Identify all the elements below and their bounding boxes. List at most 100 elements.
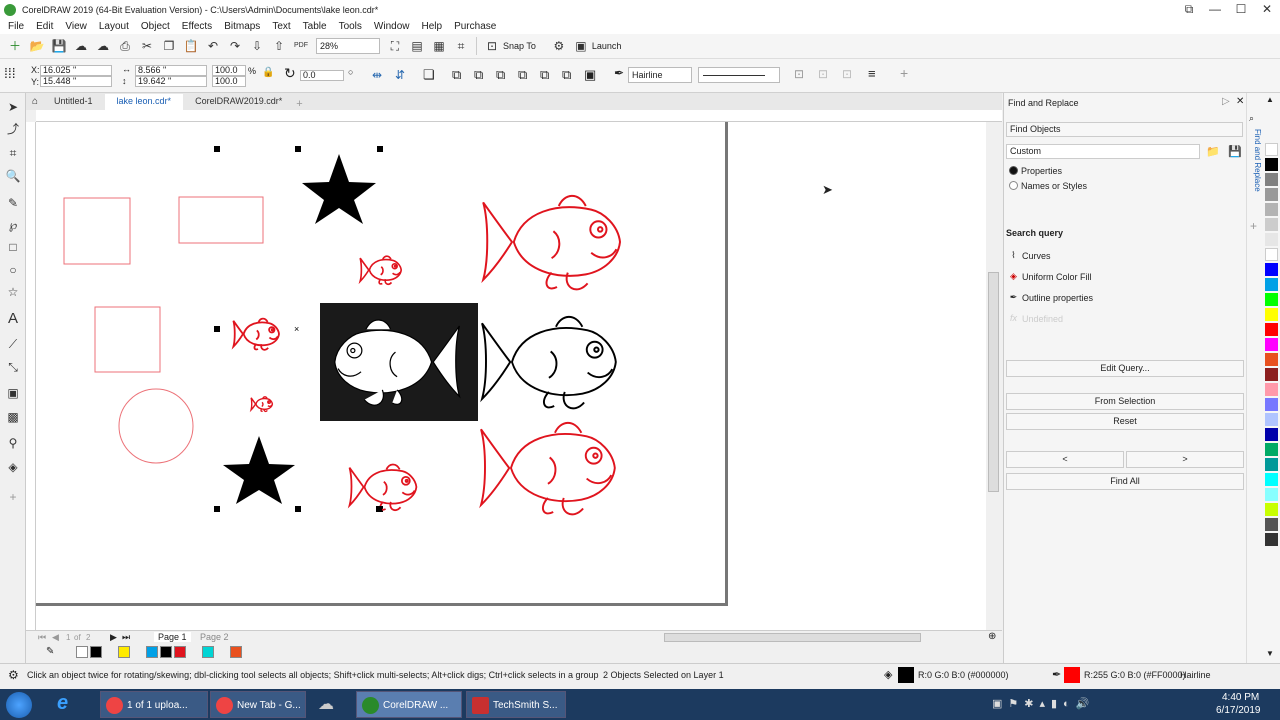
menu-window[interactable]: Window	[374, 21, 410, 32]
swatch-black[interactable]	[90, 646, 102, 658]
eyedropper-tool-icon[interactable]: ⚲	[5, 435, 21, 451]
palette-swatch[interactable]	[1265, 323, 1278, 336]
palette-up-icon[interactable]: ▲	[1266, 95, 1274, 104]
line-style-dropdown[interactable]	[698, 67, 780, 83]
reference-point-icon[interactable]: ⁞⁞⁞	[4, 65, 22, 83]
add-tool-icon[interactable]: +	[5, 489, 21, 505]
minimize-button[interactable]: —	[1202, 2, 1228, 17]
undo-icon[interactable]: ↶	[204, 37, 222, 55]
radio-names-styles[interactable]	[1009, 181, 1018, 190]
find-mode-dropdown[interactable]: Find Objects	[1006, 122, 1243, 137]
new-tab-icon[interactable]: +	[296, 98, 302, 110]
docker-expand-icon[interactable]: ▷	[1222, 96, 1230, 107]
black-star-top[interactable]	[302, 154, 376, 224]
paste-icon[interactable]: 📋	[182, 37, 200, 55]
restore-docker-icon[interactable]: ⧉	[1176, 2, 1202, 17]
fish-medium-red-bottom[interactable]	[348, 463, 418, 512]
tab-find-replace[interactable]: Find and Replace	[1248, 129, 1262, 192]
palette-swatch[interactable]	[1265, 458, 1278, 471]
palette-swatch[interactable]	[1265, 188, 1278, 201]
shape-tool-icon[interactable]: ⤴	[5, 121, 21, 137]
zoom-fit-icon[interactable]: ⊕	[988, 631, 996, 642]
outline-color-swatch[interactable]	[1064, 667, 1080, 683]
docker-close-icon[interactable]: ✕	[1236, 96, 1244, 107]
palette-swatch[interactable]	[1265, 533, 1278, 546]
swatch-black-2[interactable]	[160, 646, 172, 658]
fish-small-red-top[interactable]	[359, 255, 403, 286]
palette-swatch[interactable]	[1265, 443, 1278, 456]
radio-properties[interactable]	[1009, 166, 1018, 175]
drawing-canvas[interactable]: × ➤	[36, 122, 986, 630]
simplify-icon[interactable]: ⧉	[518, 67, 527, 83]
launch-dropdown[interactable]: Launch	[592, 41, 622, 51]
transparency-tool-icon[interactable]: ▩	[5, 409, 21, 425]
polygon-tool-icon[interactable]: ☆	[5, 284, 21, 300]
pick-tool-icon[interactable]: ➤	[5, 99, 21, 115]
query-item-undefined[interactable]: fx Undefined	[1008, 313, 1063, 324]
palette-swatch[interactable]	[1265, 398, 1278, 411]
palette-swatch[interactable]	[1265, 203, 1278, 216]
freehand-tool-icon[interactable]: ✎	[5, 195, 21, 211]
query-item-curves[interactable]: ⌇ Curves	[1008, 250, 1050, 261]
text-tool-icon[interactable]: A	[5, 311, 21, 327]
import-icon[interactable]: ⇩	[248, 37, 266, 55]
taskbar-item-techsmith[interactable]: TechSmith S...	[466, 691, 566, 718]
rotation-icon[interactable]: ↻	[284, 65, 296, 82]
palette-swatch[interactable]	[1265, 293, 1278, 306]
tab-lake-leon[interactable]: lake leon.cdr*	[104, 94, 184, 110]
drop-shadow-icon[interactable]: ▣	[5, 385, 21, 401]
palette-swatch[interactable]	[1265, 233, 1278, 246]
palette-swatch[interactable]	[1265, 503, 1278, 516]
previous-button[interactable]: <	[1006, 451, 1124, 468]
publish-pdf-icon[interactable]: PDF	[292, 37, 310, 55]
x-position-field[interactable]: 16.025 "	[40, 65, 112, 76]
menu-tools[interactable]: Tools	[339, 21, 362, 32]
palette-swatch[interactable]	[1265, 368, 1278, 381]
tab-coreldraw2019[interactable]: CorelDRAW2019.cdr*	[183, 94, 294, 110]
taskbar-item-newtab[interactable]: New Tab - G...	[210, 691, 306, 718]
rectangle-tool-icon[interactable]: □	[5, 239, 21, 255]
palette-swatch[interactable]	[1265, 308, 1278, 321]
menu-text[interactable]: Text	[272, 21, 290, 32]
swatch-yellow[interactable]	[118, 646, 130, 658]
options-gear-icon[interactable]: ⚙	[550, 37, 568, 55]
lock-ratio-icon[interactable]: 🔒	[262, 67, 274, 78]
copy-icon[interactable]: ❐	[160, 37, 178, 55]
next-page-icon[interactable]: ▶	[110, 632, 117, 643]
palette-swatch[interactable]	[1265, 473, 1278, 486]
palette-swatch[interactable]	[1265, 488, 1278, 501]
palette-swatch[interactable]	[1265, 518, 1278, 531]
scale-x-field[interactable]: 100.0	[212, 65, 246, 76]
palette-swatch[interactable]	[1265, 218, 1278, 231]
artistic-media-icon[interactable]: ℘	[5, 217, 21, 233]
start-button-icon[interactable]	[6, 692, 32, 718]
tab-page-2[interactable]: Page 2	[196, 632, 233, 642]
full-screen-icon[interactable]: ⛶	[386, 37, 404, 55]
taskbar-item-upload[interactable]: 1 of 1 uploa...	[100, 691, 208, 718]
first-page-icon[interactable]: ⏮	[38, 632, 46, 643]
fish-node-handle[interactable]	[376, 506, 382, 512]
rotation-angle-field[interactable]: 0.0	[300, 70, 344, 81]
next-button[interactable]: >	[1126, 451, 1244, 468]
tray-icons[interactable]: ▣⚑✱▴▮◐🔊	[992, 697, 1095, 710]
outline-width-dropdown[interactable]: Hairline	[628, 67, 692, 83]
new-document-icon[interactable]: ＋	[6, 37, 24, 55]
ie-icon[interactable]: e	[57, 692, 68, 715]
palette-swatch[interactable]	[1265, 143, 1278, 156]
drawing-page[interactable]: ×	[36, 122, 728, 606]
horizontal-ruler[interactable]	[36, 110, 1002, 122]
show-guides-icon[interactable]: ⌗	[452, 37, 470, 55]
palette-swatch[interactable]	[1265, 263, 1278, 276]
status-gear-icon[interactable]: ⚙	[8, 668, 19, 682]
app-icon-generic[interactable]: ☁	[318, 694, 334, 714]
query-item-fill[interactable]: ◈ Uniform Color Fill	[1008, 271, 1091, 282]
swatch-blue[interactable]	[146, 646, 158, 658]
tab-untitled-1[interactable]: Untitled-1	[42, 94, 105, 110]
interactive-fill-icon[interactable]: ◈	[5, 459, 21, 475]
menu-edit[interactable]: Edit	[36, 21, 53, 32]
export-icon[interactable]: ⇧	[270, 37, 288, 55]
menu-object[interactable]: Object	[141, 21, 170, 32]
palette-swatch[interactable]	[1265, 158, 1278, 171]
align-distribute-icon[interactable]: ≡	[868, 66, 876, 81]
convert-to-curves-icon[interactable]: ⊡	[794, 67, 804, 81]
